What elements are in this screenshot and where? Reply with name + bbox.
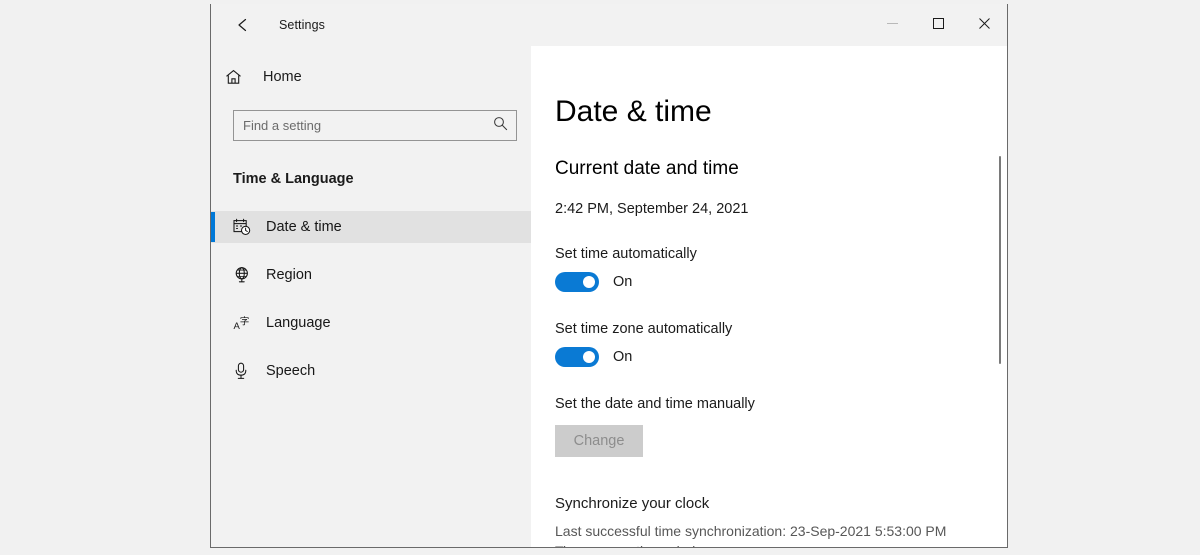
synchronize-info: Last successful time synchronization: 23… (555, 521, 1007, 548)
content-inner: Date & time Current date and time 2:42 P… (531, 46, 1007, 547)
toggle-knob (583, 276, 595, 288)
set-timezone-automatically-row: On (555, 347, 1007, 367)
microphone-icon (233, 362, 257, 380)
maximize-button[interactable] (915, 4, 961, 46)
home-icon (225, 69, 253, 85)
minimize-icon (887, 16, 898, 34)
window-body: Home Time & Language (211, 46, 1007, 547)
time-server-text: Time server: time.windows.com (555, 541, 1007, 547)
set-timezone-automatically-toggle[interactable] (555, 347, 599, 367)
sidebar-item-speech[interactable]: Speech (211, 355, 531, 387)
sidebar-item-language[interactable]: A 字 Language (211, 307, 531, 339)
close-button[interactable] (961, 4, 1007, 46)
page-title: Date & time (555, 96, 1007, 128)
app-title: Settings (279, 18, 325, 32)
section-heading-current: Current date and time (555, 158, 1007, 180)
scrollbar-thumb[interactable] (999, 156, 1001, 364)
title-bar: Settings (211, 4, 1007, 46)
sidebar-nav-list: Date & time (211, 211, 531, 387)
set-timezone-automatically-label: Set time zone automatically (555, 321, 1007, 337)
synchronize-clock-heading: Synchronize your clock (555, 495, 1007, 512)
language-icon: A 字 (233, 314, 257, 332)
close-icon (979, 16, 990, 34)
sidebar-item-label: Language (266, 315, 331, 331)
sidebar-item-date-time[interactable]: Date & time (211, 211, 531, 243)
set-time-automatically-label: Set time automatically (555, 246, 1007, 262)
content-scrollbar[interactable] (997, 46, 1003, 547)
caption-buttons (869, 4, 1007, 46)
sidebar-item-home[interactable]: Home (211, 60, 531, 94)
content-pane: Date & time Current date and time 2:42 P… (531, 46, 1007, 547)
search-container (233, 110, 517, 141)
change-button[interactable]: Change (555, 425, 643, 457)
desktop-background: Settings (0, 0, 1200, 555)
sidebar-item-label: Date & time (266, 219, 342, 235)
sidebar-item-label: Region (266, 267, 312, 283)
set-timezone-automatically-state: On (613, 349, 632, 365)
toggle-knob (583, 351, 595, 363)
search-input[interactable] (233, 110, 517, 141)
sidebar-category-title: Time & Language (233, 171, 531, 187)
back-button[interactable] (221, 9, 267, 41)
sidebar-item-region[interactable]: Region (211, 259, 531, 291)
maximize-icon (933, 16, 944, 34)
back-arrow-icon (235, 17, 253, 33)
current-datetime-value: 2:42 PM, September 24, 2021 (555, 201, 1007, 217)
set-time-automatically-row: On (555, 272, 1007, 292)
svg-text:字: 字 (240, 315, 250, 327)
settings-window: Settings (210, 4, 1008, 548)
change-button-row: Change (555, 412, 1007, 457)
set-time-automatically-toggle[interactable] (555, 272, 599, 292)
set-datetime-manually-label: Set the date and time manually (555, 396, 1007, 412)
calendar-clock-icon (233, 218, 257, 236)
sidebar-item-label: Speech (266, 363, 315, 379)
globe-icon (233, 266, 257, 284)
set-time-automatically-state: On (613, 274, 632, 290)
home-label: Home (263, 69, 302, 85)
last-sync-text: Last successful time synchronization: 23… (555, 521, 1007, 541)
minimize-button[interactable] (869, 4, 915, 46)
sidebar: Home Time & Language (211, 46, 531, 547)
